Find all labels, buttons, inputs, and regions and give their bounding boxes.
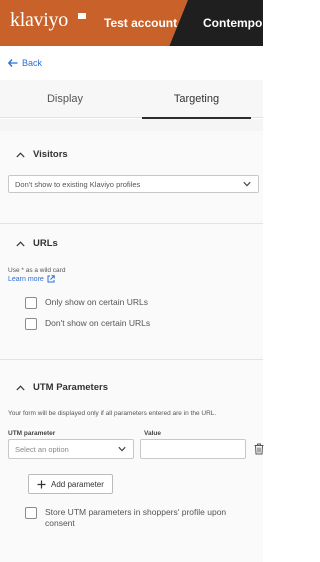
visitors-select-value: Don't show to existing Klaviyo profiles bbox=[15, 179, 141, 189]
learn-more-label: Learn more bbox=[8, 275, 44, 283]
dont-show-urls-label: Don't show on certain URLs bbox=[45, 318, 151, 328]
only-show-urls-checkbox[interactable] bbox=[25, 297, 37, 309]
chevron-down-icon bbox=[118, 446, 126, 452]
store-utm-label: Store UTM parameters in shoppers' profil… bbox=[45, 507, 227, 528]
utm-header[interactable]: UTM Parameters bbox=[16, 382, 108, 393]
plus-icon bbox=[37, 480, 46, 488]
visitors-title: Visitors bbox=[33, 149, 68, 160]
back-arrow-icon bbox=[8, 59, 18, 67]
learn-more-link[interactable]: Learn more bbox=[8, 275, 55, 283]
tab-display[interactable]: Display bbox=[0, 80, 130, 118]
targeting-panel: Visitors Don't show to existing Klaviyo … bbox=[0, 119, 264, 562]
top-bar: klaviyo Test account Contempo bbox=[0, 0, 263, 46]
wildcard-hint: Use * as a wild card bbox=[8, 267, 66, 274]
utm-description: Your form will be displayed only if all … bbox=[8, 410, 217, 417]
chevron-up-icon bbox=[16, 151, 25, 157]
utm-title: UTM Parameters bbox=[33, 382, 108, 393]
chevron-down-icon bbox=[243, 181, 251, 187]
store-utm-checkbox[interactable] bbox=[25, 507, 37, 519]
dont-show-urls-option[interactable]: Don't show on certain URLs bbox=[25, 318, 150, 330]
visitors-header[interactable]: Visitors bbox=[16, 149, 68, 160]
utm-section: UTM Parameters Your form will be display… bbox=[0, 360, 264, 562]
trash-icon bbox=[254, 443, 264, 455]
urls-title: URLs bbox=[33, 238, 58, 249]
remove-parameter-button[interactable] bbox=[250, 440, 268, 458]
external-link-icon bbox=[47, 275, 55, 283]
back-link[interactable]: Back bbox=[8, 58, 42, 68]
add-parameter-button[interactable]: Add parameter bbox=[28, 474, 113, 494]
utm-parameter-select[interactable]: Select an option bbox=[8, 439, 134, 459]
tab-targeting[interactable]: Targeting bbox=[130, 80, 263, 119]
chevron-up-icon bbox=[16, 240, 25, 246]
add-parameter-label: Add parameter bbox=[51, 479, 104, 489]
chevron-up-icon bbox=[16, 384, 25, 390]
only-show-urls-option[interactable]: Only show on certain URLs bbox=[25, 297, 148, 309]
logo-flag-mark bbox=[78, 13, 86, 19]
visitors-section: Visitors Don't show to existing Klaviyo … bbox=[0, 131, 263, 223]
account-name[interactable]: Test account bbox=[104, 16, 177, 30]
urls-section: URLs Use * as a wild card Learn more Onl… bbox=[0, 224, 263, 359]
utm-parameter-placeholder: Select an option bbox=[15, 444, 69, 454]
utm-value-text bbox=[141, 446, 146, 455]
tab-bar: Display Targeting bbox=[0, 80, 263, 119]
breadcrumb-form-name[interactable]: Contempo bbox=[203, 16, 262, 30]
visitors-select[interactable]: Don't show to existing Klaviyo profiles bbox=[8, 175, 259, 193]
klaviyo-logo[interactable]: klaviyo bbox=[10, 9, 68, 32]
utm-parameter-label: UTM parameter bbox=[8, 430, 56, 437]
store-utm-option[interactable]: Store UTM parameters in shoppers' profil… bbox=[25, 507, 257, 529]
dont-show-urls-checkbox[interactable] bbox=[25, 318, 37, 330]
only-show-urls-label: Only show on certain URLs bbox=[45, 297, 148, 307]
utm-value-input[interactable] bbox=[140, 439, 246, 459]
back-label: Back bbox=[22, 58, 43, 68]
urls-header[interactable]: URLs bbox=[16, 238, 58, 249]
utm-value-label: Value bbox=[144, 430, 161, 437]
